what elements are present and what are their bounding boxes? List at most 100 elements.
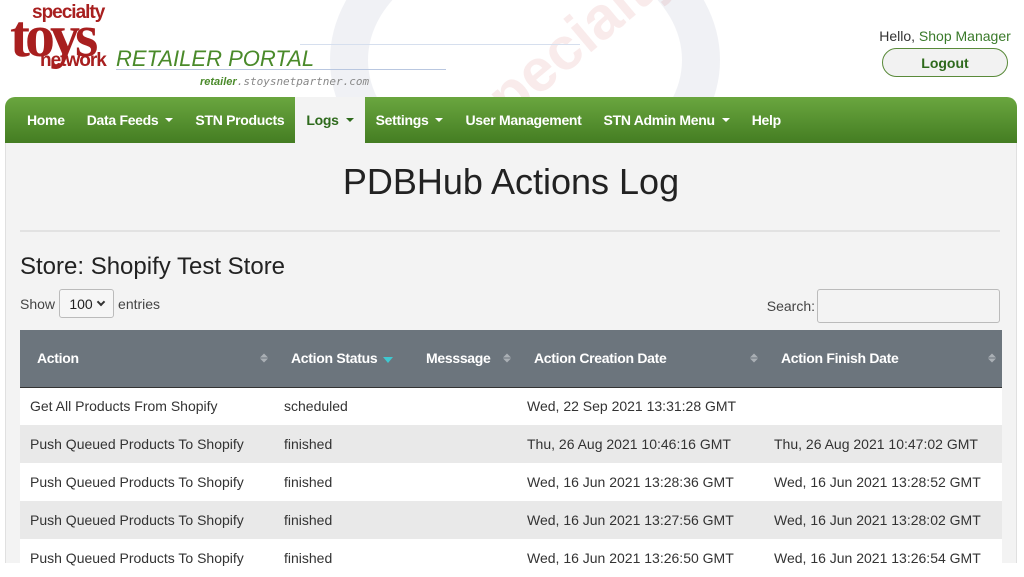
main-nav: Home Data Feeds STN Products Logs Settings Us…	[5, 97, 1017, 143]
nav-item-label: Logs	[306, 112, 339, 128]
table-body: Get All Products From Shopify scheduled We…	[20, 387, 1002, 577]
nav-item-logs[interactable]: Logs	[295, 97, 365, 143]
cell-creation-date: Wed, 16 Jun 2021 13:28:36 GMT	[517, 463, 764, 501]
show-label: Show	[20, 295, 56, 312]
sort-arrow-up	[988, 353, 996, 358]
nav-item-stn-products[interactable]: STN Products	[184, 97, 295, 143]
entries-select[interactable]: 100	[59, 289, 115, 318]
portal-domain-bold: retailer	[200, 76, 237, 88]
cell-action: Push Queued Products To Shopify	[20, 425, 274, 463]
cell-finish-date: Wed, 16 Jun 2021 13:26:54 GMT	[764, 539, 1002, 577]
caret-down-icon	[345, 118, 354, 122]
sort-arrow-down	[750, 358, 758, 363]
column-header-label: Action Creation Date	[534, 350, 667, 367]
sort-arrow-up	[260, 353, 268, 358]
nav-item-label: Settings	[375, 112, 429, 128]
cell-finish-date: Thu, 26 Aug 2021 10:47:02 GMT	[764, 425, 1002, 463]
sort-both-icon	[260, 353, 268, 363]
search-label: Search:	[766, 298, 815, 314]
cell-finish-date: Wed, 16 Jun 2021 13:28:02 GMT	[764, 501, 1002, 539]
nav-item-settings[interactable]: Settings	[365, 97, 455, 143]
column-header-label: Messsage	[426, 350, 491, 367]
entries-value: 100	[69, 295, 93, 312]
search-input[interactable]	[817, 289, 1000, 323]
cell-creation-date: Wed, 16 Jun 2021 13:27:56 GMT	[517, 501, 764, 539]
sort-arrow-up	[503, 353, 511, 358]
table-search: Search:	[767, 289, 1000, 323]
column-header-messsage[interactable]: Messsage	[409, 330, 517, 388]
greeting-text: Hello,	[879, 28, 916, 44]
cell-creation-date: Wed, 22 Sep 2021 13:31:28 GMT	[517, 387, 764, 425]
table-row[interactable]: Push Queued Products To Shopify finished T…	[20, 425, 1002, 463]
column-header-action-status[interactable]: Action Status	[274, 330, 409, 388]
caret-down-icon	[165, 118, 174, 122]
cell-creation-date: Wed, 16 Jun 2021 13:26:50 GMT	[517, 539, 764, 577]
site-header: specialty toys specialty network RETAILE…	[0, 0, 1024, 210]
logo-bottom: network	[40, 50, 107, 71]
cell-creation-date: Thu, 26 Aug 2021 10:46:16 GMT	[517, 425, 764, 463]
store-title: Store: Shopify Test Store	[20, 253, 286, 280]
cell-action: Push Queued Products To Shopify	[20, 539, 274, 577]
sort-both-icon	[750, 353, 758, 363]
cell-finish-date: Wed, 16 Jun 2021 13:28:52 GMT	[764, 463, 1002, 501]
table-row[interactable]: Get All Products From Shopify scheduled We…	[20, 387, 1002, 425]
nav-item-label: User Management	[465, 112, 582, 128]
cell-message	[409, 387, 517, 425]
nav-item-data-feeds[interactable]: Data Feeds	[76, 97, 185, 143]
cell-action: Push Queued Products To Shopify	[20, 501, 274, 539]
nav-item-label: Data Feeds	[86, 112, 159, 128]
page-title: PDBHub Actions Log	[342, 161, 680, 202]
decorative-line	[116, 69, 446, 70]
table-row[interactable]: Push Queued Products To Shopify finished W…	[20, 539, 1002, 577]
caret-down-icon	[721, 118, 730, 122]
entries-length-control: Show 100 entries	[20, 289, 160, 318]
table-header-row: Action Action Status Messsage Action Creati…	[20, 330, 1002, 388]
stn-logo[interactable]: toys specialty network	[10, 2, 115, 70]
column-header-action-finish-date[interactable]: Action Finish Date	[764, 330, 1002, 388]
column-header-action-creation-date[interactable]: Action Creation Date	[517, 330, 764, 388]
cell-status: scheduled	[274, 387, 409, 425]
entries-label: entries	[118, 295, 161, 312]
nav-item-label: Home	[27, 112, 65, 128]
cell-status: finished	[274, 501, 409, 539]
column-header-action[interactable]: Action	[20, 330, 274, 388]
cell-status: finished	[274, 425, 409, 463]
portal-domain: retailer.stoysnetpartner.com	[200, 75, 369, 88]
column-header-label: Action	[37, 350, 79, 367]
user-box: Hello, Shop Manager Logout	[874, 28, 1016, 77]
nav-item-help[interactable]: Help	[741, 97, 792, 143]
sort-arrow-down	[988, 358, 996, 363]
table-row[interactable]: Push Queued Products To Shopify finished W…	[20, 463, 1002, 501]
column-header-label: Action Status	[291, 350, 378, 367]
cell-status: finished	[274, 463, 409, 501]
user-greeting: Hello, Shop Manager	[874, 28, 1016, 44]
cell-message	[409, 501, 517, 539]
logout-button[interactable]: Logout	[882, 48, 1008, 77]
logo-top: specialty	[32, 2, 105, 23]
nav-item-user-management[interactable]: User Management	[454, 97, 592, 143]
sort-both-icon	[988, 353, 996, 363]
nav-item-stn-admin-menu[interactable]: STN Admin Menu	[593, 97, 741, 143]
cell-message	[409, 463, 517, 501]
nav-item-label: Help	[751, 112, 781, 128]
nav-item-label: STN Admin Menu	[603, 112, 715, 128]
table-row[interactable]: Push Queued Products To Shopify finished W…	[20, 501, 1002, 539]
nav-item-label: STN Products	[195, 112, 285, 128]
cell-action: Get All Products From Shopify	[20, 387, 274, 425]
sort-descending-icon	[383, 351, 394, 364]
user-name-link[interactable]: Shop Manager	[919, 28, 1011, 44]
cell-status: finished	[274, 539, 409, 577]
column-header-label: Action Finish Date	[781, 350, 899, 367]
cell-action: Push Queued Products To Shopify	[20, 463, 274, 501]
sort-arrow-down	[383, 357, 394, 364]
sort-both-icon	[503, 353, 511, 363]
caret-down-icon	[435, 118, 444, 122]
sort-arrow-down	[260, 358, 268, 363]
sort-arrow-up	[750, 353, 758, 358]
portal-domain-rest: .stoysnetpartner.com	[236, 75, 370, 88]
chevron-down-icon	[96, 297, 105, 306]
main-content: PDBHub Actions Log Store: Shopify Test S…	[5, 143, 1017, 577]
cell-message	[409, 425, 517, 463]
nav-item-home[interactable]: Home	[16, 97, 76, 143]
sort-arrow-down	[503, 358, 511, 363]
